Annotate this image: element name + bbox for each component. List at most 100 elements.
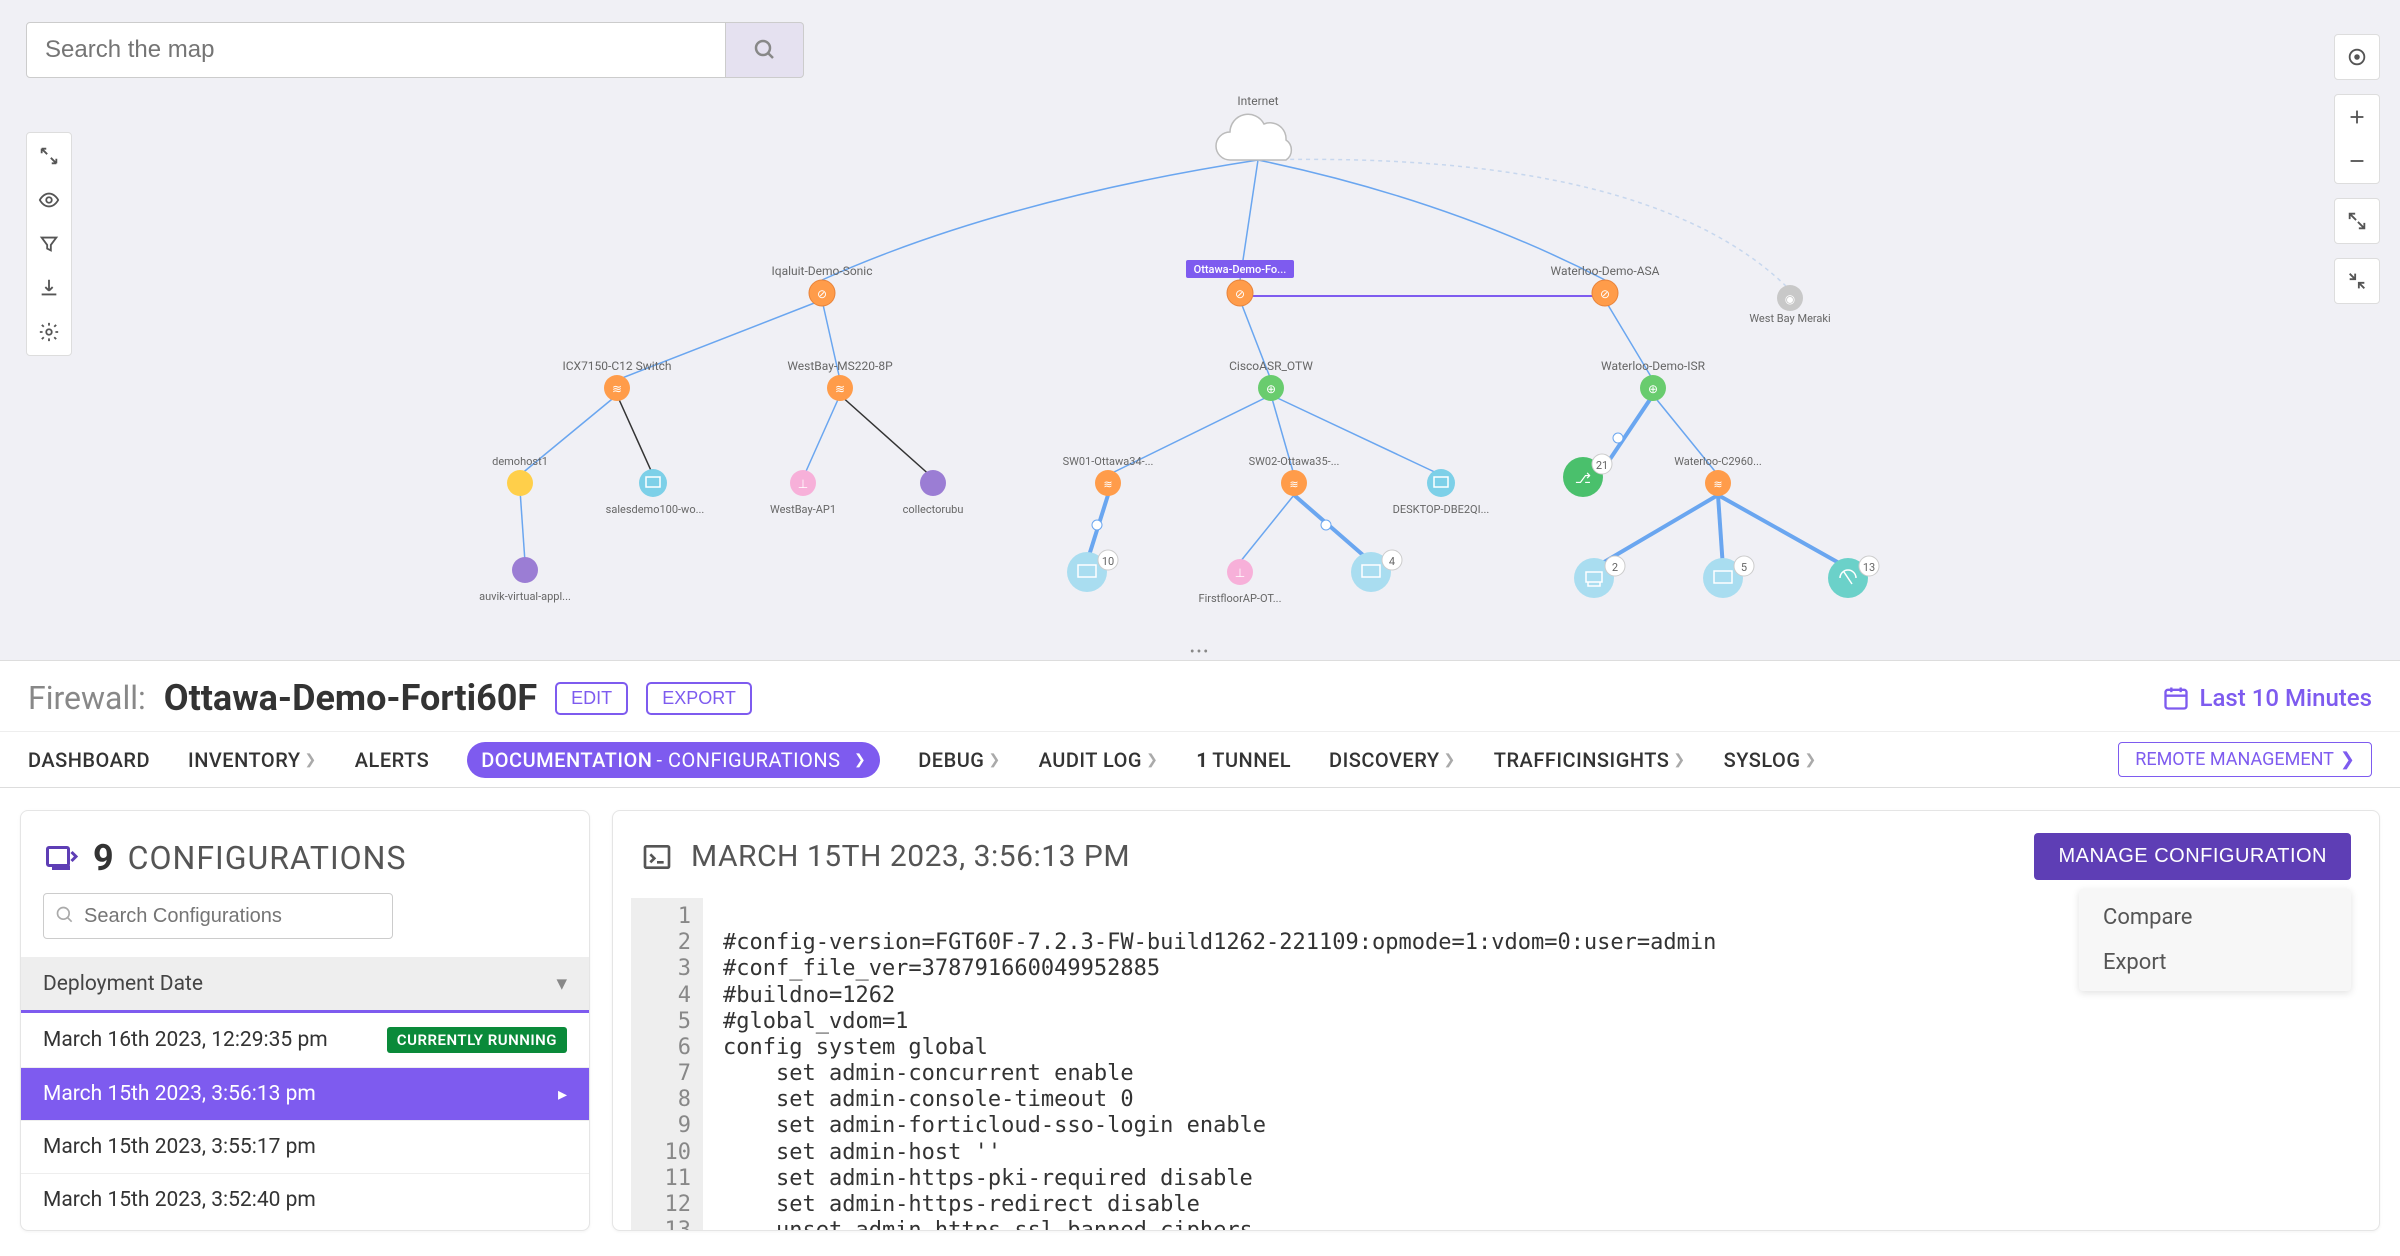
tabs-row: DASHBOARD INVENTORY❯ ALERTS DOCUMENTATIO… (0, 732, 2400, 788)
search-button[interactable] (726, 22, 804, 78)
deployment-date-header[interactable]: Deployment Date ▾ (21, 957, 589, 1013)
tab-syslog[interactable]: SYSLOG❯ (1724, 748, 1817, 772)
configurations-label: CONFIGURATIONS (128, 839, 407, 877)
calendar-icon (2162, 684, 2190, 712)
config-item[interactable]: March 15th 2023, 3:52:40 pm (21, 1174, 589, 1226)
layout-tool-button[interactable] (29, 135, 69, 177)
configurations-sidebar: 9 CONFIGURATIONS Deployment Date ▾ March… (20, 810, 590, 1231)
svg-text:5: 5 (1741, 561, 1747, 574)
svg-text:WestBay-AP1: WestBay-AP1 (770, 503, 836, 516)
svg-text:⊘: ⊘ (1235, 287, 1245, 301)
chevron-right-icon: ❯ (1146, 752, 1158, 768)
svg-text:CiscoASR_OTW: CiscoASR_OTW (1229, 359, 1313, 373)
config-item[interactable]: March 16th 2023, 12:29:35 pm CURRENTLY R… (21, 1013, 589, 1068)
chevron-right-icon: ▸ (558, 1084, 567, 1105)
chevron-right-icon: ❯ (305, 752, 317, 768)
tab-tunnel[interactable]: 1 TUNNEL (1196, 748, 1291, 772)
panel-resize-handle[interactable]: ••• (0, 647, 2400, 657)
tab-traffic[interactable]: TRAFFICINSIGHTS❯ (1494, 748, 1686, 772)
map-tools (26, 132, 72, 356)
search-input[interactable] (26, 22, 726, 78)
download-icon (38, 277, 60, 299)
tab-documentation[interactable]: DOCUMENTATION - CONFIGURATIONS ❯ (467, 742, 880, 778)
time-range-picker[interactable]: Last 10 Minutes (2162, 684, 2372, 712)
config-icon (43, 840, 79, 876)
time-range-label: Last 10 Minutes (2200, 684, 2372, 712)
zoom-out-button[interactable] (2335, 139, 2379, 183)
map-right-tools (2334, 34, 2380, 304)
manage-dropdown: Compare Export (2079, 889, 2351, 991)
svg-text:⊥: ⊥ (798, 477, 808, 491)
manage-configuration-button[interactable]: MANAGE CONFIGURATION (2034, 833, 2351, 880)
map-area: Internet Iqaluit-Demo-Sonic ⊘ Ottawa-Dem… (0, 0, 2400, 652)
collapse-button[interactable] (2335, 259, 2379, 303)
panel-header: Firewall: Ottawa-Demo-Forti60F EDIT EXPO… (0, 661, 2400, 732)
visibility-tool-button[interactable] (29, 179, 69, 221)
chevron-right-icon: ❯ (1444, 752, 1456, 768)
expand-button[interactable] (2335, 199, 2379, 243)
cloud-icon (1216, 114, 1291, 160)
svg-text:10: 10 (1102, 555, 1114, 568)
download-tool-button[interactable] (29, 267, 69, 309)
tab-discovery[interactable]: DISCOVERY❯ (1329, 748, 1456, 772)
expand-icon (2346, 210, 2368, 232)
svg-text:ICX7150-C12 Switch: ICX7150-C12 Switch (562, 359, 671, 373)
svg-text:demohost1: demohost1 (492, 455, 548, 468)
device-name: Ottawa-Demo-Forti60F (164, 677, 537, 719)
tab-inventory[interactable]: INVENTORY❯ (188, 748, 317, 772)
svg-text:≋: ≋ (612, 382, 622, 396)
svg-text:2: 2 (1612, 561, 1618, 574)
svg-text:SW02-Ottawa35-...: SW02-Ottawa35-... (1249, 455, 1340, 468)
svg-text:⊘: ⊘ (817, 287, 827, 301)
svg-text:≋: ≋ (1103, 478, 1112, 491)
chevron-right-icon: ❯ (988, 752, 1000, 768)
node-internet-label: Internet (1237, 94, 1278, 108)
config-item[interactable]: March 15th 2023, 3:55:17 pm (21, 1121, 589, 1174)
svg-text:≋: ≋ (1713, 478, 1722, 491)
svg-text:DESKTOP-DBE2QI...: DESKTOP-DBE2QI... (1393, 503, 1490, 516)
search-wrap (26, 22, 804, 78)
tab-debug[interactable]: DEBUG❯ (918, 748, 1000, 772)
filter-tool-button[interactable] (29, 223, 69, 265)
tab-dashboard[interactable]: DASHBOARD (28, 748, 150, 772)
svg-text:salesdemo100-wo...: salesdemo100-wo... (606, 503, 705, 516)
config-item-date: March 15th 2023, 3:56:13 pm (43, 1082, 316, 1106)
svg-text:West Bay Meraki: West Bay Meraki (1749, 312, 1830, 325)
svg-text:Ottawa-Demo-Fo...: Ottawa-Demo-Fo... (1194, 263, 1287, 276)
export-button[interactable]: EXPORT (646, 682, 752, 715)
settings-tool-button[interactable] (29, 311, 69, 353)
layout-icon (38, 145, 60, 167)
dots-icon: ••• (1190, 644, 1210, 660)
remote-management-button[interactable]: REMOTE MANAGEMENT❯ (2118, 742, 2372, 777)
tab-auditlog[interactable]: AUDIT LOG❯ (1039, 748, 1159, 772)
svg-text:≋: ≋ (1289, 478, 1298, 491)
detail-panel: Firewall: Ottawa-Demo-Forti60F EDIT EXPO… (0, 660, 2400, 1256)
device-type-label: Firewall: (28, 679, 146, 717)
compare-menu-item[interactable]: Compare (2079, 895, 2351, 940)
svg-text:Waterloo-Demo-ISR: Waterloo-Demo-ISR (1601, 359, 1706, 373)
config-item-selected[interactable]: March 15th 2023, 3:56:13 pm ▸ (21, 1068, 589, 1121)
export-menu-item[interactable]: Export (2079, 940, 2351, 985)
search-icon (753, 38, 777, 62)
zoom-in-button[interactable] (2335, 95, 2379, 139)
minus-icon (2346, 150, 2368, 172)
configuration-detail: MARCH 15TH 2023, 3:56:13 PM MANAGE CONFI… (612, 810, 2380, 1231)
svg-text:⊘: ⊘ (1600, 287, 1610, 301)
svg-text:collectorubu: collectorubu (903, 503, 964, 516)
edit-button[interactable]: EDIT (555, 682, 628, 715)
detail-header: MARCH 15TH 2023, 3:56:13 PM MANAGE CONFI… (613, 811, 2379, 890)
plus-icon (2346, 106, 2368, 128)
svg-text:auvik-virtual-appl...: auvik-virtual-appl... (479, 590, 571, 603)
svg-text:13: 13 (1863, 561, 1875, 574)
svg-text:Waterloo-Demo-ASA: Waterloo-Demo-ASA (1551, 264, 1660, 278)
configurations-count: 9 (93, 837, 114, 879)
configurations-header: 9 CONFIGURATIONS (21, 811, 589, 893)
locate-button[interactable] (2335, 35, 2379, 79)
config-search-input[interactable] (43, 893, 393, 939)
svg-text:WestBay-MS220-8P: WestBay-MS220-8P (787, 359, 893, 373)
svg-text:4: 4 (1389, 555, 1395, 568)
chevron-right-icon: ❯ (1804, 752, 1816, 768)
tab-alerts[interactable]: ALERTS (355, 748, 429, 772)
chevron-right-icon: ❯ (2340, 749, 2355, 770)
chevron-down-icon: ▾ (556, 971, 567, 996)
